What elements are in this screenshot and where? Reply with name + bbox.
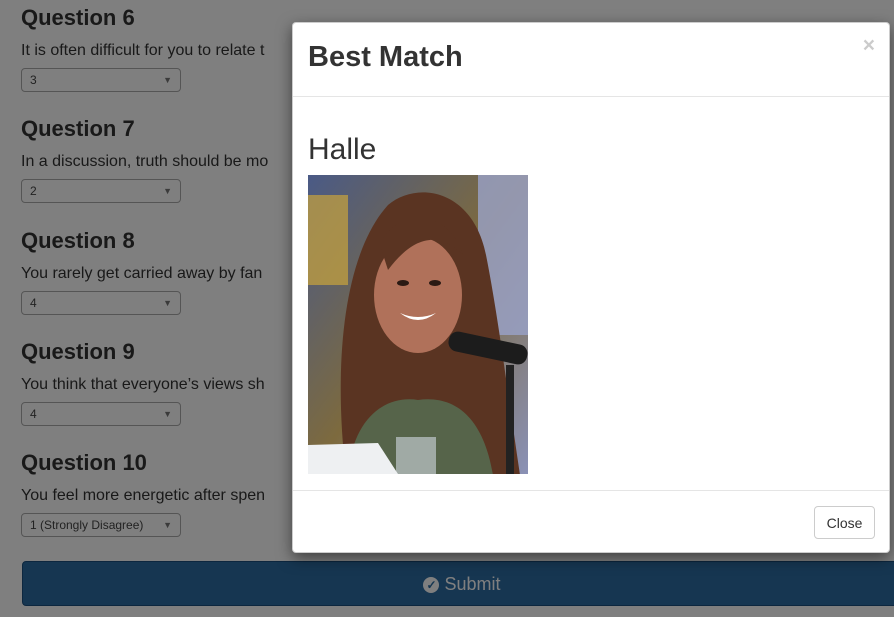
match-photo <box>308 175 528 474</box>
close-icon[interactable]: × <box>863 35 875 56</box>
modal-footer: Close <box>293 491 889 554</box>
modal-body: Halle <box>293 97 889 491</box>
best-match-modal: Best Match × Halle Close <box>292 22 890 553</box>
close-button[interactable]: Close <box>814 506 875 539</box>
match-name: Halle <box>308 133 377 166</box>
modal-title: Best Match <box>308 41 463 73</box>
modal-header: Best Match × <box>293 23 889 97</box>
